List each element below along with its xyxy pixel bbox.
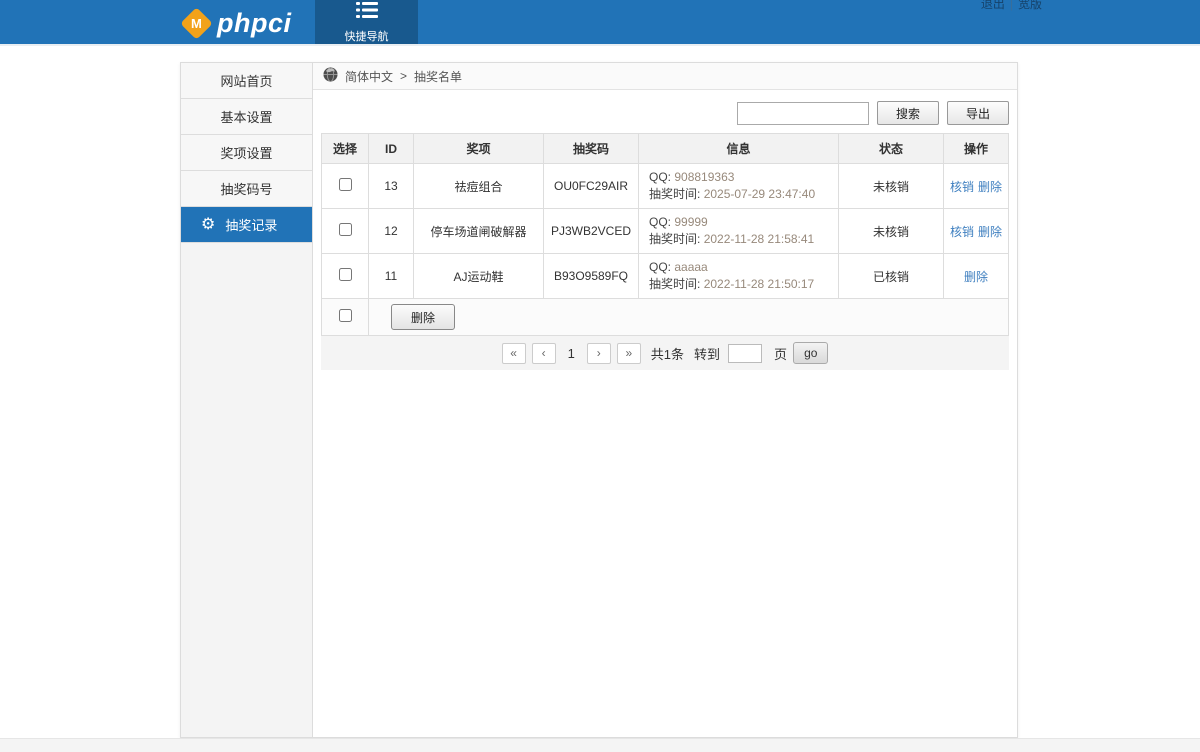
cell-code: B93O9589FQ [543, 253, 639, 299]
gear-icon: ⚙ [201, 215, 216, 233]
col-status: 状态 [838, 133, 944, 164]
main-panel: 简体中文 > 抽奖名单 搜索 导出 选择 ID 奖项 抽奖码 信息 状态 操作 … [313, 63, 1017, 737]
records-table: 选择 ID 奖项 抽奖码 信息 状态 操作 13 祛痘组合 OU0FC29AIR… [321, 133, 1009, 336]
content-wrapper: 网站首页 基本设置 奖项设置 抽奖码号 ⚙ 抽奖记录 简体中文 > 抽奖名单 搜… [180, 62, 1018, 738]
delete-link[interactable]: 删除 [978, 225, 1002, 239]
qq-label: QQ: [649, 215, 672, 229]
toolbar: 搜索 导出 [313, 90, 1017, 133]
next-page-button[interactable]: › [586, 342, 611, 364]
col-code: 抽奖码 [543, 133, 639, 164]
cell-status: 未核销 [838, 163, 944, 209]
delete-link[interactable]: 删除 [978, 180, 1002, 194]
page-bottom-strip [0, 738, 1200, 752]
nav-tab-label: 快捷导航 [344, 31, 389, 43]
export-button[interactable]: 导出 [947, 101, 1009, 125]
first-page-button[interactable]: « [501, 342, 526, 364]
last-page-button[interactable]: » [616, 342, 641, 364]
batch-actions-row: 删除 [321, 298, 1009, 336]
time-value: 2022-11-28 21:58:41 [703, 232, 815, 246]
qq-value: aaaaa [674, 260, 708, 274]
time-label: 抽奖时间: [649, 277, 701, 291]
breadcrumb-separator: > [400, 69, 408, 83]
cell-operations: 核销 删除 [943, 208, 1009, 254]
prev-page-button[interactable]: ‹ [531, 342, 556, 364]
cell-info: QQ: aaaaa 抽奖时间: 2022-11-28 21:50:17 [638, 253, 839, 299]
cell-operations: 核销 删除 [943, 163, 1009, 209]
current-page-number: 1 [567, 345, 575, 361]
table-row: 12 停车场道闸破解器 PJ3WB2VCED QQ: 99999 抽奖时间: 2… [321, 208, 1009, 254]
sidebar-item-lottery-codes[interactable]: 抽奖码号 [181, 171, 312, 207]
qq-label: QQ: [649, 170, 672, 184]
col-info: 信息 [638, 133, 839, 164]
col-select: 选择 [321, 133, 369, 164]
sidebar-item-prize-settings[interactable]: 奖项设置 [181, 135, 312, 171]
col-id: ID [368, 133, 414, 164]
top-header-bar: M phpci 快捷导航 退出 | 宽版 [0, 0, 1200, 46]
time-value: 2025-07-29 23:47:40 [703, 187, 816, 201]
cell-prize: 停车场道闸破解器 [413, 208, 544, 254]
time-label: 抽奖时间: [649, 187, 701, 201]
goto-text: 转到 [694, 346, 721, 362]
col-prize: 奖项 [413, 133, 544, 164]
table-header-row: 选择 ID 奖项 抽奖码 信息 状态 操作 [321, 133, 1009, 164]
select-all-checkbox[interactable] [338, 309, 352, 322]
col-operations: 操作 [943, 133, 1009, 164]
row-checkbox[interactable] [338, 268, 352, 281]
cell-id: 13 [368, 163, 414, 209]
wide-layout-link[interactable]: 宽版 [1018, 0, 1042, 11]
search-input[interactable] [737, 101, 869, 125]
logo-badge-letter: M [191, 15, 202, 31]
cell-code: OU0FC29AIR [543, 163, 639, 209]
table-zone: 选择 ID 奖项 抽奖码 信息 状态 操作 13 祛痘组合 OU0FC29AIR… [313, 133, 1017, 370]
sidebar-item-home[interactable]: 网站首页 [181, 63, 312, 99]
go-button[interactable]: go [793, 342, 829, 364]
list-menu-icon [355, 2, 378, 24]
cell-status: 未核销 [838, 208, 944, 254]
table-row: 13 祛痘组合 OU0FC29AIR QQ: 908819363 抽奖时间: 2… [321, 163, 1009, 209]
logo-diamond-icon: M [180, 6, 213, 40]
cell-operations: 删除 [943, 253, 1009, 299]
qq-label: QQ: [649, 260, 672, 274]
verify-link[interactable]: 核销 [950, 180, 974, 194]
cell-status: 已核销 [838, 253, 944, 299]
pagination-bar: « ‹ 1 › » 共1条 转到 页 go [321, 336, 1009, 370]
verify-link[interactable]: 核销 [950, 225, 974, 239]
sidebar-item-basic-settings[interactable]: 基本设置 [181, 99, 312, 135]
goto-page-input[interactable] [728, 343, 763, 363]
sidebar-item-label: 抽奖记录 [225, 218, 278, 233]
page-suffix-text: 页 [774, 346, 788, 362]
globe-icon [323, 67, 338, 85]
app-logo-text: phpci [217, 7, 292, 38]
breadcrumb-lang[interactable]: 简体中文 [345, 68, 393, 85]
cell-id: 11 [368, 253, 414, 299]
total-count-text: 共1条 [650, 346, 685, 362]
cell-id: 12 [368, 208, 414, 254]
table-row: 11 AJ运动鞋 B93O9589FQ QQ: aaaaa 抽奖时间: 2022… [321, 253, 1009, 299]
breadcrumb: 简体中文 > 抽奖名单 [313, 63, 1017, 90]
cell-prize: 祛痘组合 [413, 163, 544, 209]
header-user-links: 退出 | 宽版 [981, 0, 1042, 12]
time-label: 抽奖时间: [649, 232, 701, 246]
logout-link[interactable]: 退出 [981, 0, 1005, 11]
cell-info: QQ: 908819363 抽奖时间: 2025-07-29 23:47:40 [638, 163, 839, 209]
sidebar-item-lottery-records[interactable]: ⚙ 抽奖记录 [181, 207, 312, 243]
nav-tab-quick-navigation[interactable]: 快捷导航 [315, 0, 418, 44]
cell-info: QQ: 99999 抽奖时间: 2022-11-28 21:58:41 [638, 208, 839, 254]
breadcrumb-page: 抽奖名单 [414, 69, 463, 84]
cell-code: PJ3WB2VCED [543, 208, 639, 254]
time-value: 2022-11-28 21:50:17 [703, 277, 815, 291]
qq-value: 908819363 [674, 170, 735, 184]
delete-link[interactable]: 删除 [964, 270, 988, 284]
links-separator: | [1009, 0, 1013, 11]
batch-delete-button[interactable]: 删除 [391, 304, 455, 330]
qq-value: 99999 [674, 215, 708, 229]
sidebar: 网站首页 基本设置 奖项设置 抽奖码号 ⚙ 抽奖记录 [181, 63, 313, 737]
search-button[interactable]: 搜索 [877, 101, 939, 125]
row-checkbox[interactable] [338, 178, 352, 191]
cell-prize: AJ运动鞋 [413, 253, 544, 299]
app-logo: M phpci [180, 0, 292, 44]
row-checkbox[interactable] [338, 223, 352, 236]
